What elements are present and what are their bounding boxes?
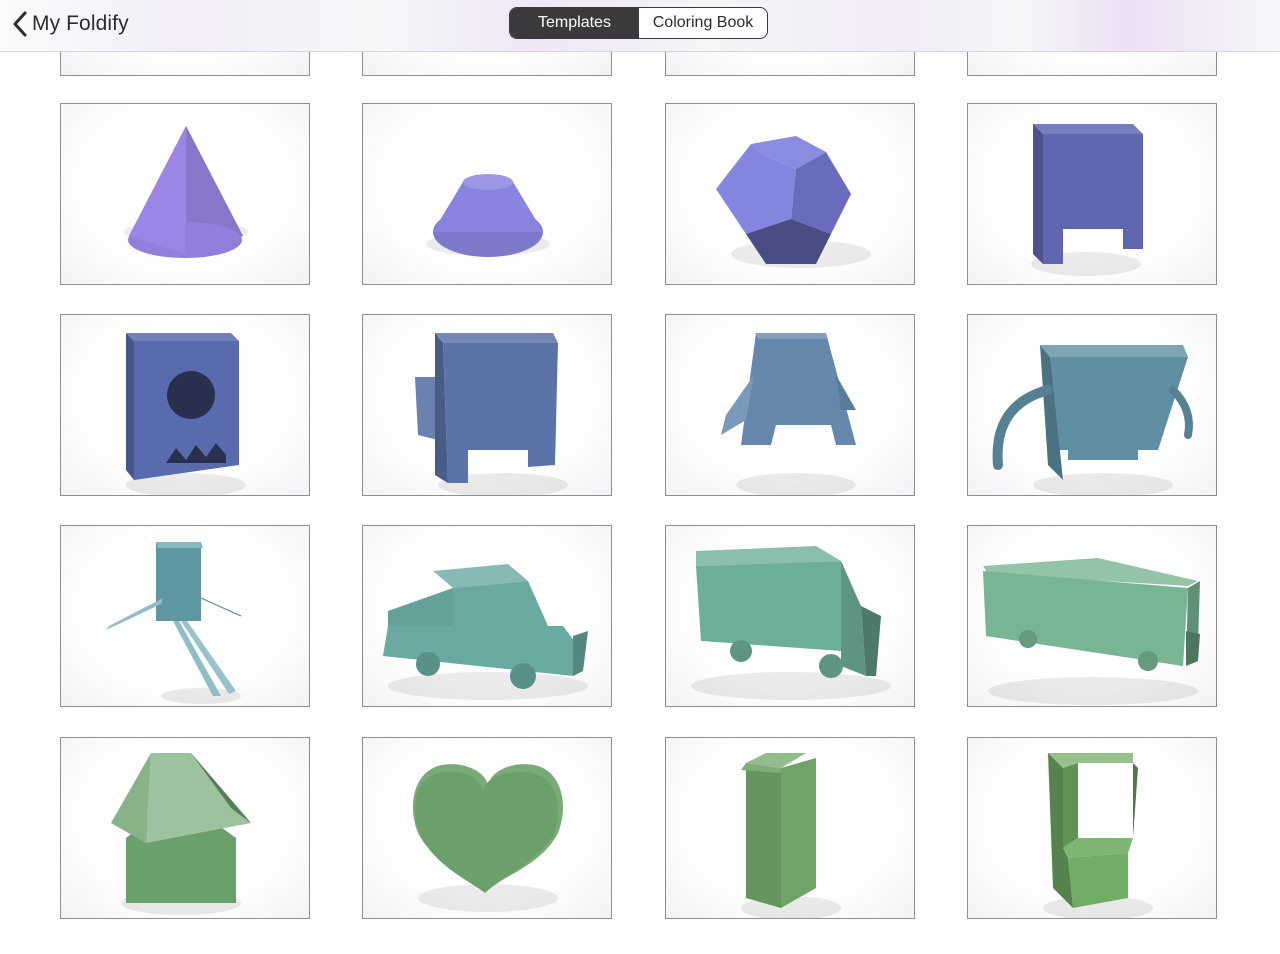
template-stick-figure-preview bbox=[106, 542, 242, 704]
template-truncated-cone[interactable] bbox=[362, 103, 612, 285]
template-car[interactable] bbox=[362, 525, 612, 707]
template-creature-arms[interactable] bbox=[967, 314, 1217, 496]
template-arcade-cabinet-preview bbox=[1043, 753, 1153, 918]
template-milk-carton[interactable] bbox=[665, 737, 915, 919]
template-monster-mouth[interactable] bbox=[60, 314, 310, 496]
template-house-preview bbox=[111, 753, 251, 915]
template-box-legs[interactable] bbox=[967, 103, 1217, 285]
template-house[interactable] bbox=[60, 737, 310, 919]
navigation-bar: My Foldify Templates Coloring Book bbox=[0, 0, 1280, 52]
template-box-robot-arms[interactable] bbox=[362, 314, 612, 496]
template-penguin-preview bbox=[721, 333, 856, 495]
template-monster-mouth-preview bbox=[126, 333, 246, 495]
template-van-preview bbox=[691, 546, 891, 700]
segmented-control: Templates Coloring Book bbox=[509, 7, 768, 39]
template-car-preview bbox=[383, 564, 588, 700]
template-penguin[interactable] bbox=[665, 314, 915, 496]
template-truncated-cone-preview bbox=[426, 174, 550, 257]
back-button[interactable]: My Foldify bbox=[12, 9, 129, 39]
segment-templates[interactable]: Templates bbox=[510, 8, 639, 38]
template-cone[interactable] bbox=[60, 103, 310, 285]
segment-coloring-book[interactable]: Coloring Book bbox=[639, 8, 767, 38]
template-heart[interactable] bbox=[362, 737, 612, 919]
template-creature-arms-preview bbox=[992, 345, 1193, 495]
template-stick-figure[interactable] bbox=[60, 525, 310, 707]
template-heart-preview bbox=[413, 764, 563, 912]
templates-grid bbox=[0, 0, 1280, 954]
template-dodecahedron[interactable] bbox=[665, 103, 915, 285]
template-arcade-cabinet[interactable] bbox=[967, 737, 1217, 919]
template-truck-preview bbox=[983, 558, 1200, 705]
template-dodecahedron-preview bbox=[716, 136, 871, 268]
chevron-left-icon bbox=[13, 11, 27, 37]
template-milk-carton-preview bbox=[741, 753, 841, 918]
template-van[interactable] bbox=[665, 525, 915, 707]
template-box-robot-arms-preview bbox=[415, 333, 568, 495]
template-cone-preview bbox=[124, 126, 248, 258]
template-truck[interactable] bbox=[967, 525, 1217, 707]
back-button-label: My Foldify bbox=[32, 12, 129, 35]
template-box-legs-preview bbox=[1031, 124, 1143, 276]
